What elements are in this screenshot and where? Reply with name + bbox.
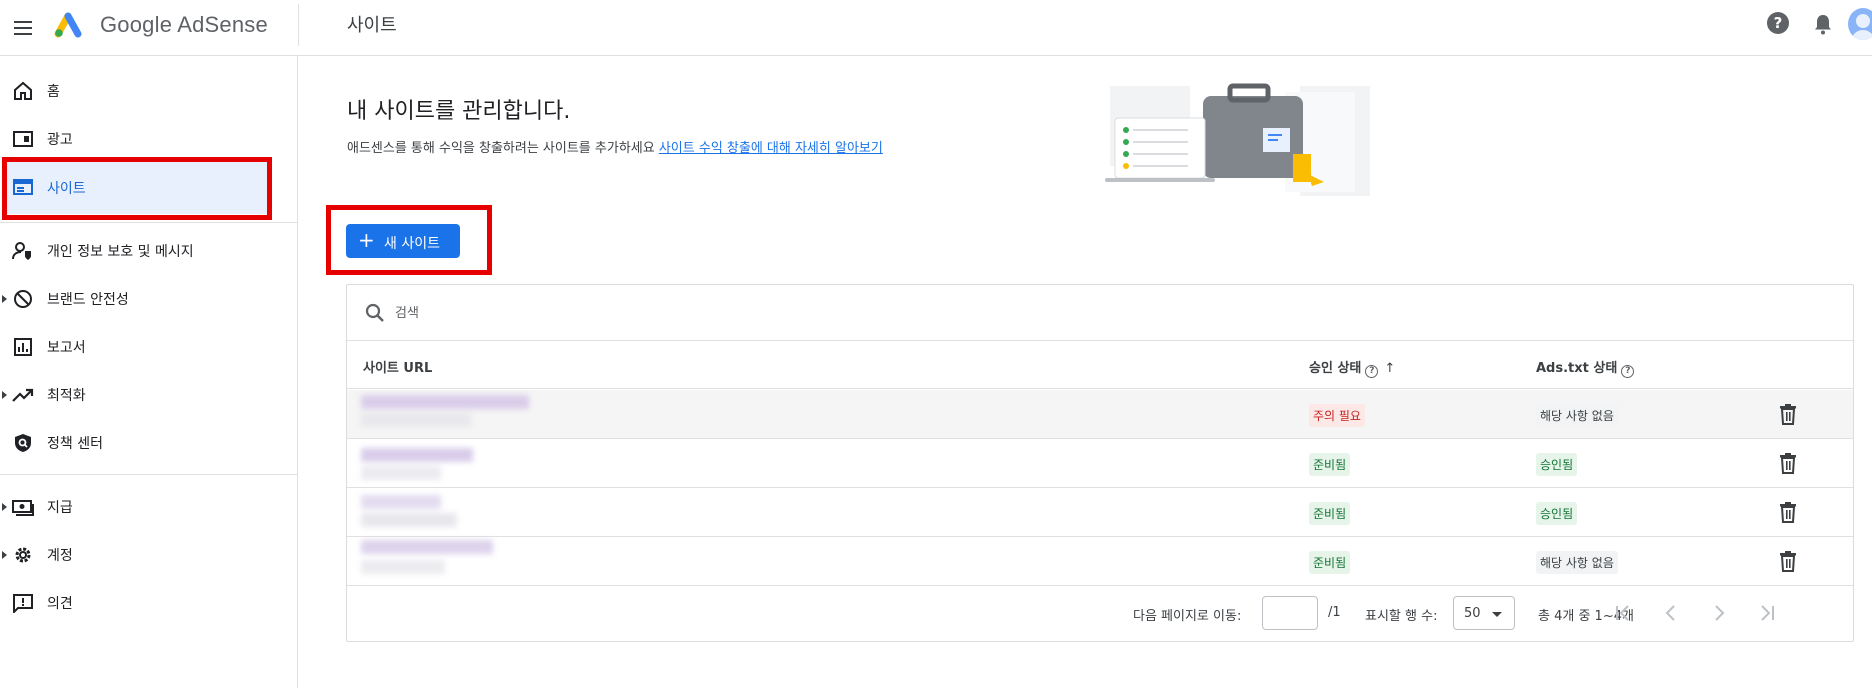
table-row[interactable]: 준비됨 승인됨 xyxy=(347,488,1853,537)
sidebar-nav: 홈 광고 사이트 개인 정보 보호 및 메시지 브랜드 안전성 보고서 최적화 … xyxy=(0,56,298,688)
column-header-label: Ads.txt 상태 xyxy=(1536,361,1618,376)
help-circle-icon[interactable]: ? xyxy=(1621,365,1635,378)
account-avatar[interactable] xyxy=(1848,8,1872,40)
sidebar-item-label: 광고 xyxy=(47,132,73,148)
sidebar-item-label: 정책 센터 xyxy=(47,436,103,452)
expand-caret-icon xyxy=(2,295,7,303)
sidebar-item-policy-center[interactable]: 정책 센터 xyxy=(0,420,270,466)
sidebar-item-label: 브랜드 안전성 xyxy=(47,292,129,308)
delete-trash-icon[interactable] xyxy=(1779,452,1797,474)
sidebar-item-home[interactable]: 홈 xyxy=(0,68,270,114)
search-icon xyxy=(365,303,384,322)
delete-trash-icon[interactable] xyxy=(1779,501,1797,523)
sites-table-card: 사이트 URL 승인 상태? ↑ Ads.txt 상태? 주의 필요 해당 사항 … xyxy=(346,284,1854,642)
block-icon xyxy=(14,290,32,308)
gear-icon xyxy=(15,547,31,563)
sidebar-item-label: 개인 정보 보호 및 메시지 xyxy=(47,244,194,260)
home-icon xyxy=(14,81,32,100)
app-logo-text: Google AdSense xyxy=(100,12,268,37)
sidebar-item-label: 최적화 xyxy=(47,388,86,404)
table-header: 사이트 URL 승인 상태? ↑ Ads.txt 상태? xyxy=(347,341,1853,389)
feedback-icon xyxy=(13,594,33,613)
sidebar-item-ads[interactable]: 광고 xyxy=(0,116,270,162)
expand-caret-icon xyxy=(2,551,7,559)
help-icon[interactable]: ? xyxy=(1767,12,1789,34)
delete-trash-icon[interactable] xyxy=(1779,403,1797,425)
table-row[interactable]: 준비됨 해당 사항 없음 xyxy=(347,537,1853,586)
sidebar-item-account[interactable]: 계정 xyxy=(0,532,270,578)
column-header-adstxt[interactable]: Ads.txt 상태? xyxy=(1536,357,1635,378)
last-page-icon[interactable] xyxy=(1755,601,1779,625)
sidebar-item-optimization[interactable]: 최적화 xyxy=(0,372,270,418)
approval-status-badge: 주의 필요 xyxy=(1309,404,1365,427)
reports-icon xyxy=(14,338,32,356)
adstxt-status-badge: 승인됨 xyxy=(1536,502,1578,525)
column-header-site-url[interactable]: 사이트 URL xyxy=(363,357,432,376)
sidebar-item-label: 지급 xyxy=(47,500,73,516)
policy-icon xyxy=(15,434,31,452)
sidebar-item-feedback[interactable]: 의견 xyxy=(0,580,270,626)
goto-page-input[interactable] xyxy=(1262,596,1318,630)
learn-more-link[interactable]: 사이트 수익 창출에 대해 자세히 알아보기 xyxy=(659,141,883,156)
section-description: 애드센스를 통해 수익을 창출하려는 사이트를 추가하세요 사이트 수익 창출에… xyxy=(347,137,883,156)
sidebar-item-payments[interactable]: 지급 xyxy=(0,484,270,530)
chevron-down-icon xyxy=(1492,612,1502,617)
top-app-bar: Google AdSense 사이트 ? xyxy=(0,0,1872,56)
sidebar-item-privacy[interactable]: 개인 정보 보호 및 메시지 xyxy=(0,228,270,274)
adstxt-status-badge: 해당 사항 없음 xyxy=(1536,551,1618,574)
expand-caret-icon xyxy=(2,391,7,399)
plus-icon: + xyxy=(358,228,375,252)
table-pagination: 다음 페이지로 이동: /1 표시할 행 수: 50 총 4개 중 1~4개 xyxy=(347,585,1853,641)
adstxt-status-badge: 승인됨 xyxy=(1536,453,1578,476)
divider xyxy=(0,222,298,223)
sites-illustration xyxy=(1105,83,1370,196)
sites-icon xyxy=(13,179,33,195)
adsense-logo-icon xyxy=(54,12,82,38)
approval-status-badge: 준비됨 xyxy=(1309,502,1351,525)
adstxt-status-badge: 해당 사항 없음 xyxy=(1536,404,1618,427)
new-site-button[interactable]: + 새 사이트 xyxy=(346,224,460,258)
new-site-button-label: 새 사이트 xyxy=(384,236,440,252)
sidebar-item-sites[interactable]: 사이트 xyxy=(4,160,268,214)
section-heading: 내 사이트를 관리합니다. xyxy=(347,99,571,124)
table-row[interactable]: 주의 필요 해당 사항 없음 xyxy=(347,390,1853,439)
sidebar-item-label: 의견 xyxy=(47,596,73,612)
column-header-label: 승인 상태 xyxy=(1309,361,1362,376)
first-page-icon[interactable] xyxy=(1611,601,1635,625)
rows-per-page-label: 표시할 행 수: xyxy=(1365,609,1438,624)
sidebar-item-brand-safety[interactable]: 브랜드 안전성 xyxy=(0,276,270,322)
next-page-icon[interactable] xyxy=(1707,601,1731,625)
payments-icon xyxy=(12,500,34,516)
previous-page-icon[interactable] xyxy=(1659,601,1683,625)
rows-per-page-value: 50 xyxy=(1464,606,1481,621)
privacy-icon xyxy=(12,242,31,260)
sidebar-item-label: 보고서 xyxy=(47,340,86,356)
column-header-approval[interactable]: 승인 상태? ↑ xyxy=(1309,357,1395,378)
search-input[interactable] xyxy=(395,301,995,325)
sort-arrow-up-icon[interactable]: ↑ xyxy=(1384,361,1395,376)
rows-per-page-select[interactable]: 50 xyxy=(1453,596,1515,630)
sidebar-item-reports[interactable]: 보고서 xyxy=(0,324,270,370)
approval-status-badge: 준비됨 xyxy=(1309,551,1351,574)
sidebar-item-label: 계정 xyxy=(47,548,73,564)
help-circle-icon[interactable]: ? xyxy=(1365,365,1379,378)
delete-trash-icon[interactable] xyxy=(1779,550,1797,572)
divider xyxy=(298,4,299,46)
notifications-bell-icon[interactable] xyxy=(1812,12,1834,36)
page-total: /1 xyxy=(1328,605,1341,620)
divider xyxy=(0,474,298,475)
search-bar xyxy=(347,285,1853,341)
sidebar-item-label: 사이트 xyxy=(47,181,86,197)
hamburger-menu-icon[interactable] xyxy=(12,16,36,40)
page-title: 사이트 xyxy=(347,15,397,36)
table-row[interactable]: 준비됨 승인됨 xyxy=(347,439,1853,488)
description-text: 애드센스를 통해 수익을 창출하려는 사이트를 추가하세요 xyxy=(347,141,655,156)
approval-status-badge: 준비됨 xyxy=(1309,453,1351,476)
trending-up-icon xyxy=(12,388,34,402)
goto-page-label: 다음 페이지로 이동: xyxy=(1133,609,1242,624)
sidebar-item-label: 홈 xyxy=(47,84,60,100)
expand-caret-icon xyxy=(2,503,7,511)
ads-icon xyxy=(13,131,33,147)
